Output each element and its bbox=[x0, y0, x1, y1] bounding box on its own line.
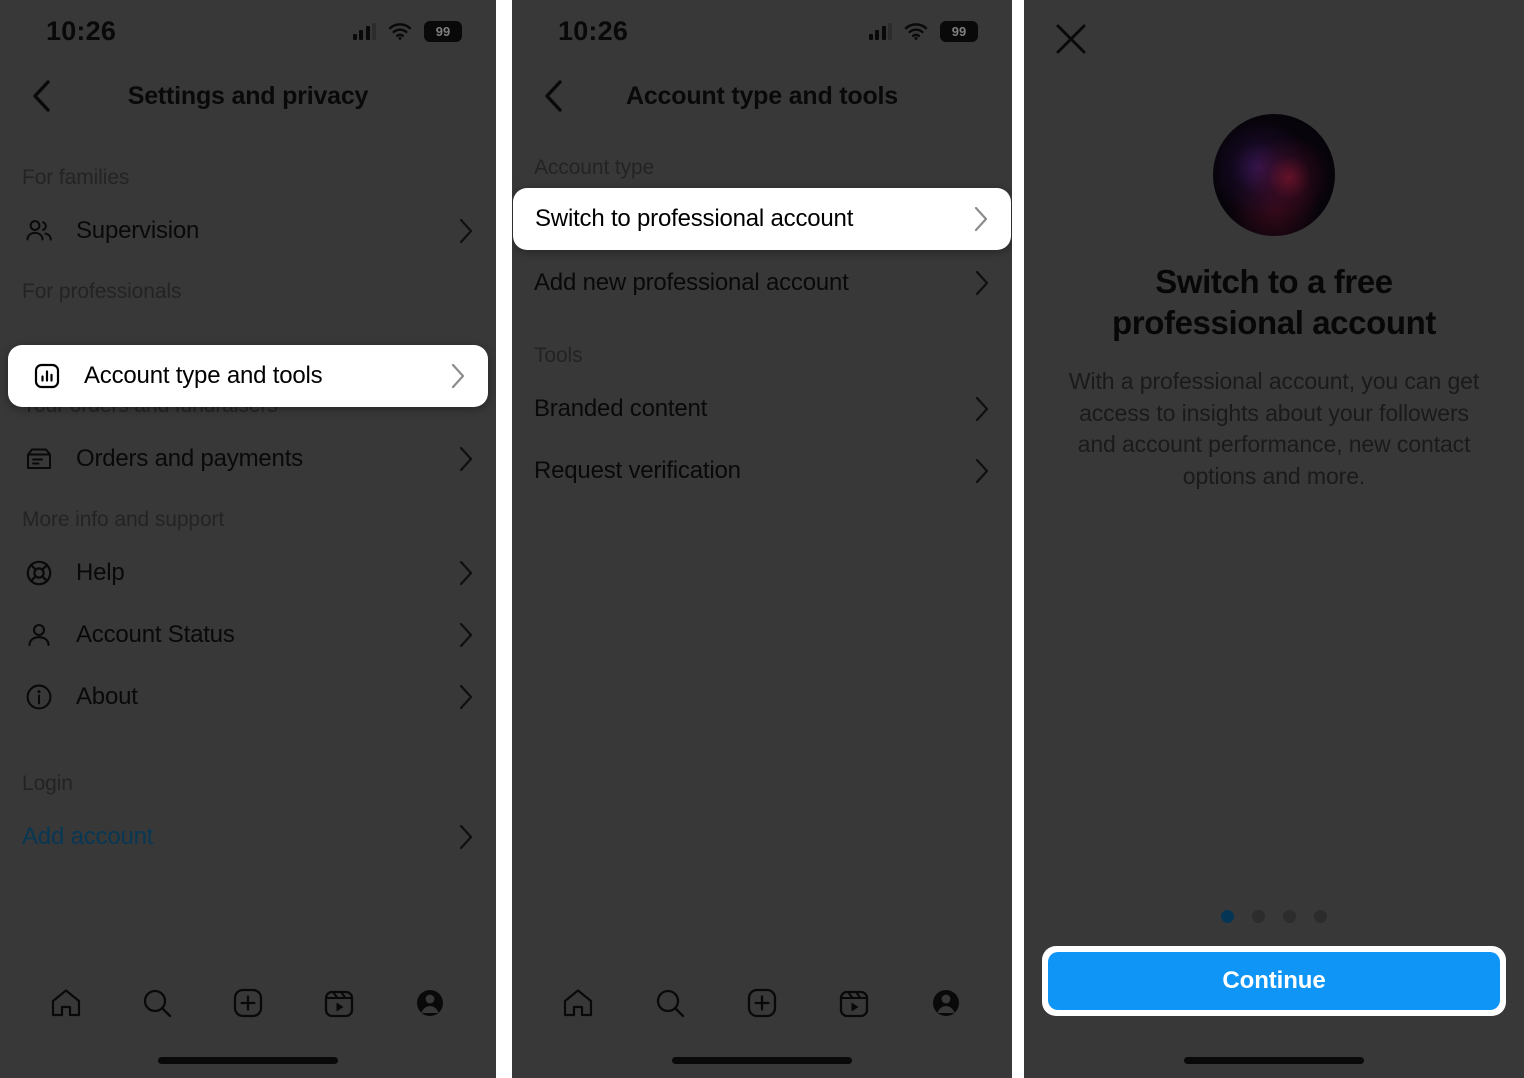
person-icon bbox=[22, 618, 56, 652]
sidebar-item-label: Account type and tools bbox=[84, 362, 323, 389]
bar-chart-box-icon bbox=[30, 359, 64, 393]
pager-dot-1[interactable] bbox=[1221, 910, 1234, 923]
phone-panel-settings: 10:26 99 Settings and privacy For famili… bbox=[0, 0, 496, 1078]
pager-dot-2[interactable] bbox=[1252, 910, 1265, 923]
chevron-right-icon bbox=[968, 396, 990, 422]
phone-panel-account-type-and-tools: 10:26 99 Account type and tools Account … bbox=[512, 0, 1012, 1078]
panel3-content: Switch to a free professional account Wi… bbox=[1024, 0, 1524, 1078]
close-button[interactable] bbox=[1054, 22, 1088, 56]
panel1-settings-list: For families Supervision For professiona… bbox=[0, 130, 496, 868]
sidebar-item-label: Help bbox=[76, 559, 125, 586]
home-indicator bbox=[158, 1057, 338, 1064]
sidebar-item-account-status[interactable]: Account Status bbox=[0, 604, 496, 666]
chevron-right-icon bbox=[452, 218, 474, 244]
section-label-tools: Tools bbox=[534, 344, 583, 367]
status-time: 10:26 bbox=[46, 15, 117, 46]
search-icon[interactable] bbox=[648, 981, 692, 1025]
info-circle-icon bbox=[22, 680, 56, 714]
list-item-branded-content[interactable]: Branded content bbox=[512, 378, 1012, 440]
sidebar-item-label: Orders and payments bbox=[76, 445, 303, 472]
chevron-right-icon bbox=[452, 560, 474, 586]
screenshot-stage: 10:26 99 Settings and privacy For famili… bbox=[0, 0, 1524, 1078]
list-item-request-verification[interactable]: Request verification bbox=[512, 440, 1012, 502]
status-time: 10:26 bbox=[558, 15, 629, 46]
people-icon bbox=[22, 214, 56, 248]
sidebar-item-about[interactable]: About bbox=[0, 666, 496, 728]
list-item-label: Add new professional account bbox=[534, 269, 849, 296]
sidebar-item-supervision[interactable]: Supervision bbox=[0, 200, 496, 262]
cellular-signal-icon bbox=[868, 22, 892, 40]
status-bar: 10:26 99 bbox=[512, 0, 1012, 62]
chevron-right-icon bbox=[452, 446, 474, 472]
close-icon bbox=[1056, 24, 1086, 54]
phone-panel-switch-to-professional: Switch to a free professional account Wi… bbox=[1024, 0, 1524, 1078]
list-item-switch-to-professional-account[interactable]: Switch to professional account bbox=[513, 188, 1011, 250]
home-icon[interactable] bbox=[556, 981, 600, 1025]
wifi-icon bbox=[388, 23, 412, 40]
profile-icon[interactable] bbox=[408, 981, 452, 1025]
continue-button[interactable]: Continue bbox=[1048, 952, 1500, 1010]
panel3-header bbox=[1024, 8, 1524, 70]
panel2-content: 10:26 99 Account type and tools Account … bbox=[512, 0, 1012, 1078]
search-icon[interactable] bbox=[135, 981, 179, 1025]
chevron-right-icon bbox=[968, 270, 990, 296]
section-label-for-professionals: For professionals bbox=[22, 280, 182, 303]
page-title: Switch to a free professional account bbox=[1112, 263, 1436, 341]
pager-dot-3[interactable] bbox=[1283, 910, 1296, 923]
section-label-login: Login bbox=[22, 772, 73, 795]
chevron-right-icon bbox=[452, 824, 474, 850]
chevron-right-icon bbox=[967, 206, 989, 232]
chevron-right-icon bbox=[968, 458, 990, 484]
bottom-tab-bar bbox=[0, 970, 496, 1036]
description-text: With a professional account, you can get… bbox=[1068, 367, 1480, 490]
profile-icon[interactable] bbox=[924, 981, 968, 1025]
sidebar-item-help[interactable]: Help bbox=[0, 542, 496, 604]
list-item-label: Branded content bbox=[534, 395, 708, 422]
sidebar-item-label: About bbox=[76, 683, 138, 710]
home-icon[interactable] bbox=[44, 981, 88, 1025]
sidebar-item-label: Add account bbox=[22, 823, 154, 850]
chevron-right-icon bbox=[452, 684, 474, 710]
sidebar-item-add-account[interactable]: Add account bbox=[0, 806, 496, 868]
home-indicator bbox=[672, 1057, 852, 1064]
sidebar-item-orders-and-payments[interactable]: Orders and payments bbox=[0, 428, 496, 490]
list-item-label: Switch to professional account bbox=[535, 205, 854, 232]
chevron-right-icon bbox=[452, 622, 474, 648]
home-indicator bbox=[1184, 1057, 1364, 1064]
status-icons: 99 bbox=[352, 20, 462, 42]
panel2-settings-list: Account type Add new professional accoun… bbox=[512, 130, 1012, 502]
page-title: Settings and privacy bbox=[127, 81, 369, 110]
create-icon[interactable] bbox=[226, 981, 270, 1025]
pager-dot-4[interactable] bbox=[1314, 910, 1327, 923]
section-label-more-info: More info and support bbox=[22, 508, 225, 531]
section-label-for-families: For families bbox=[22, 166, 130, 189]
avatar bbox=[1213, 114, 1335, 236]
lifebuoy-icon bbox=[22, 556, 56, 590]
panel2-navbar: Account type and tools bbox=[512, 62, 1012, 130]
battery-icon: 99 bbox=[940, 20, 978, 42]
panel1-navbar: Settings and privacy bbox=[0, 62, 496, 130]
list-item-add-new-professional-account[interactable]: Add new professional account bbox=[512, 252, 1012, 314]
battery-icon: 99 bbox=[424, 20, 462, 42]
cellular-signal-icon bbox=[352, 22, 376, 40]
list-item-label: Request verification bbox=[534, 457, 741, 484]
sidebar-item-account-type-and-tools[interactable]: Account type and tools bbox=[8, 345, 488, 407]
sidebar-item-label: Account Status bbox=[76, 621, 235, 648]
page-title: Account type and tools bbox=[625, 81, 898, 110]
bottom-tab-bar bbox=[512, 970, 1012, 1036]
reels-icon[interactable] bbox=[317, 981, 361, 1025]
continue-button-highlight: Continue bbox=[1042, 946, 1506, 1016]
receipt-box-icon bbox=[22, 442, 56, 476]
panel1-content: 10:26 99 Settings and privacy For famili… bbox=[0, 0, 496, 1078]
pager-dots bbox=[1024, 910, 1524, 923]
reels-icon[interactable] bbox=[832, 981, 876, 1025]
sidebar-item-label: Supervision bbox=[76, 217, 200, 244]
wifi-icon bbox=[904, 23, 928, 40]
status-icons: 99 bbox=[868, 20, 978, 42]
status-bar: 10:26 99 bbox=[0, 0, 496, 62]
section-label-account-type: Account type bbox=[534, 156, 655, 179]
create-icon[interactable] bbox=[740, 981, 784, 1025]
chevron-right-icon bbox=[444, 363, 466, 389]
